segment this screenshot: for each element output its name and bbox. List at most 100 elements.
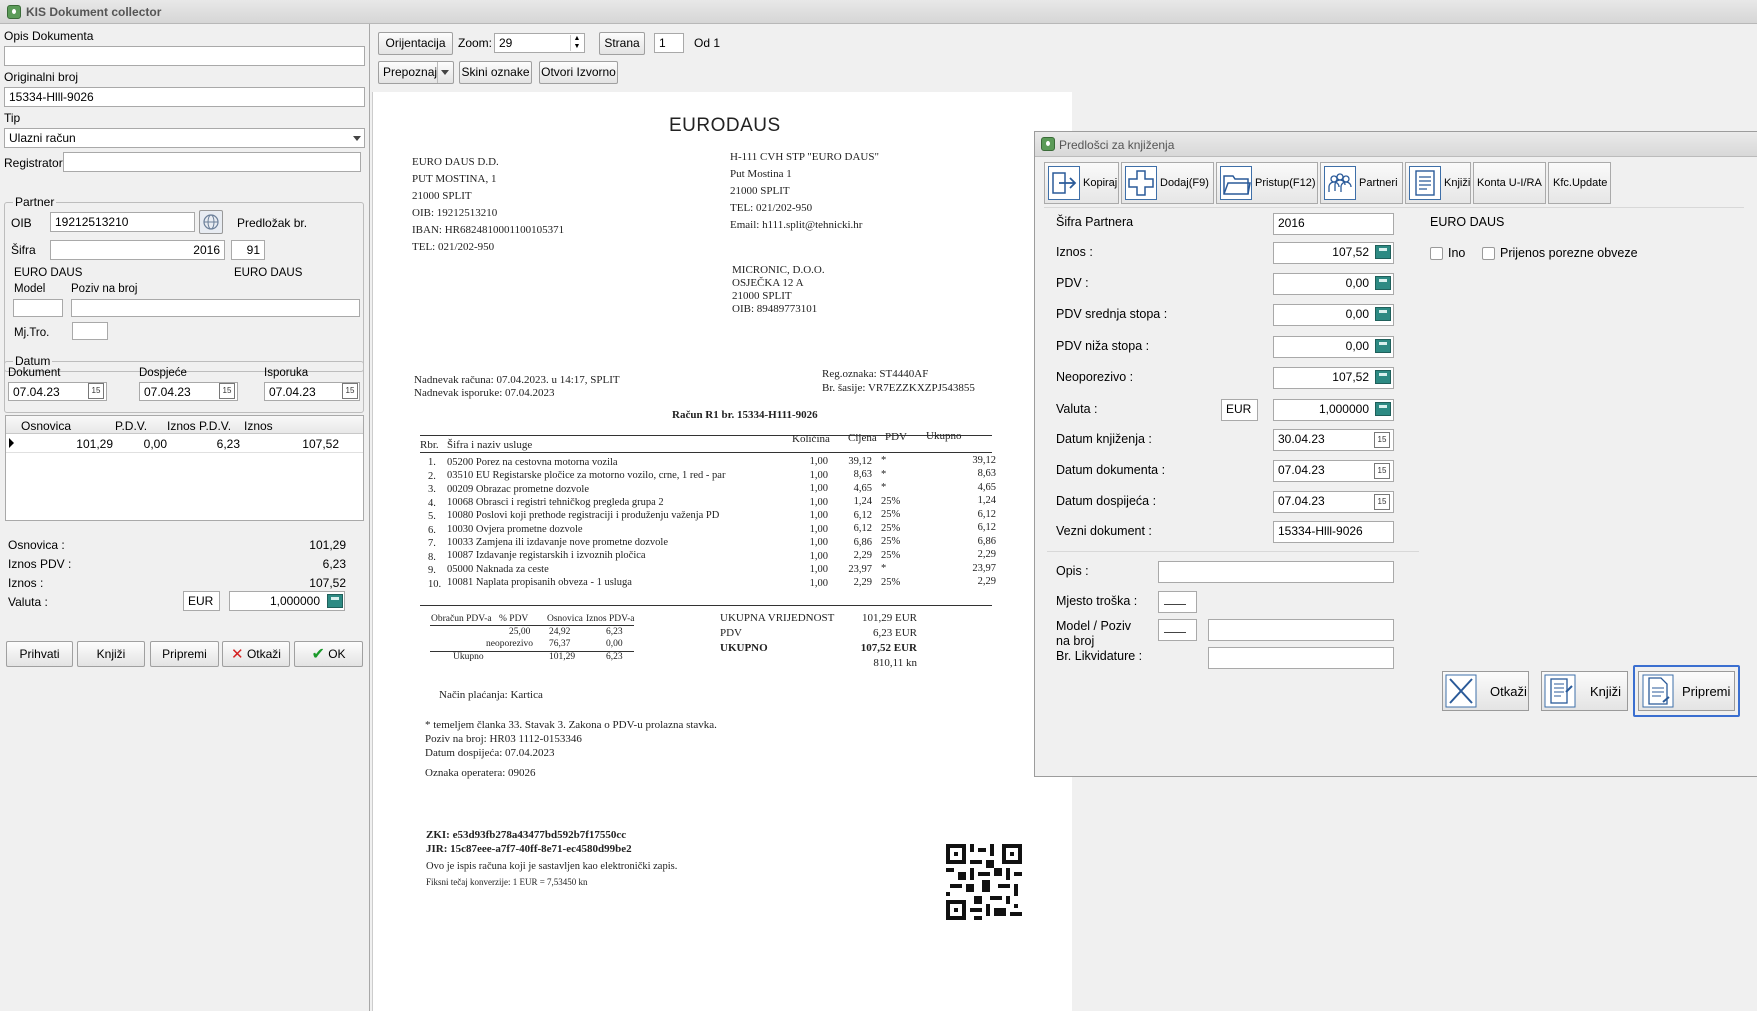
ok-button[interactable]: ✔ OK [294,641,363,667]
valuta-code-input[interactable]: EUR [1221,399,1258,421]
calendar-icon[interactable]: 15 [88,383,104,399]
orijentacija-button[interactable]: Orijentacija [378,32,453,55]
invoice-item-cell: 6,12 [853,509,872,521]
branch-line: Email: h111.split@tehnicki.hr [730,219,863,231]
registrator-input[interactable] [63,152,361,172]
opis-input[interactable] [4,46,365,66]
close-icon: ✕ [231,646,244,663]
otkazi-dialog-button[interactable]: Otkaži [1442,671,1529,711]
dospjece-label: Dospjeće [139,367,187,379]
likvidature-input[interactable] [1208,647,1394,669]
footer-note: Fiksni tečaj konverzije: 1 EUR = 7,53450… [426,877,588,887]
ledger-icon [1409,166,1441,200]
calculator-icon[interactable] [327,594,343,608]
valuta-code-input[interactable]: EUR [183,591,220,611]
pristup-label: Pristup(F12) [1255,177,1316,189]
osnovica-value: 101,29 [309,538,346,552]
partneri-button[interactable]: Partneri [1320,162,1403,204]
invoice-item-cell: 1,24 [853,496,872,507]
pdv-table-header: Iznos PDV-a [586,614,635,624]
iznos-label: Iznos : [8,576,44,590]
invoice-item-cell: 2,29 [977,576,996,587]
invoice-item-cell: 3. [428,484,436,495]
konta-button[interactable]: Konta U-I/RA [1473,162,1546,204]
oib-input[interactable]: 19212513210 [50,212,195,232]
invoice-item-cell: 7. [428,538,436,549]
model-input[interactable] [1158,619,1197,641]
prihvati-button[interactable]: Prihvati [6,641,73,667]
mjesto-troska-input[interactable] [1158,591,1197,613]
calendar-icon[interactable]: 15 [1374,432,1390,448]
totals-label: PDV [720,627,743,639]
vezni-dokument-input[interactable]: 15334-Hlll-9026 [1273,521,1394,543]
poziv-na-broj-input[interactable] [1208,619,1394,641]
invoice-item-cell: 25% [881,509,901,520]
otkazi-button[interactable]: ✕ Otkaži [222,641,290,667]
knjizi-dialog-button[interactable]: Knjiži [1541,671,1628,711]
calculator-icon[interactable] [1375,307,1391,321]
globe-icon[interactable] [199,210,223,234]
predlozak-label: Predložak br. [237,216,308,230]
page-input[interactable]: 1 [654,33,684,53]
tip-select[interactable]: Ulazni račun [4,128,365,148]
mjtro-input[interactable] [72,322,108,340]
dodaj-label: Dodaj(F9) [1160,177,1209,189]
kfc-update-button[interactable]: Kfc.Update [1548,162,1611,204]
skini-oznake-button[interactable]: Skini oznake [459,61,532,84]
sifra-partnera-input[interactable]: 2016 [1273,213,1394,235]
invoice-item-cell: 1,00 [809,577,828,589]
calendar-icon[interactable]: 15 [342,383,358,399]
dokument-date-value: 07.04.23 [13,385,60,399]
invoice-note: * temeljem članka 33. Stavak 3. Zakona o… [425,719,717,731]
dodaj-button[interactable]: Dodaj(F9) [1121,162,1214,204]
invoice-col-header: PDV [885,431,908,443]
calculator-icon[interactable] [1375,245,1391,259]
invoice-item-cell: 2. [428,470,436,482]
datum-dokumenta-label: Datum dokumenta : [1056,463,1166,477]
invoice-item-cell: 10033 Zamjena ili izdavanje nove prometn… [447,536,669,548]
invoice-page: EURODAUS EURO DAUS D.D. PUT MOSTINA, 1 2… [372,92,1072,1011]
iznospdv-value: 6,23 [322,557,346,571]
iznos-label: Iznos : [1056,245,1093,259]
chevron-down-icon[interactable] [353,136,361,141]
invoice-heading: Račun R1 br. 15334-H111-9026 [672,409,818,421]
pdv-cell: neoporezivo [486,639,533,649]
pdv-grid[interactable]: Osnovica P.D.V. Iznos P.D.V. Iznos 101,2… [5,415,364,521]
strana-button[interactable]: Strana [599,32,645,55]
sifra-input[interactable]: 2016 [50,240,225,260]
zoom-spinner[interactable]: 29 ▲ ▼ [494,33,585,53]
model-input[interactable] [13,299,63,317]
invoice-date-line: Nadnevak računa: 07.04.2023. u 14:17, SP… [414,374,620,386]
pripremi-button[interactable]: Pripremi [150,641,219,667]
knjizi-button[interactable]: Knjiži [77,641,145,667]
invoice-item-cell: 03510 EU Registarske pločice za motorno … [447,470,726,482]
poziv-input[interactable] [71,299,360,317]
prijenos-checkbox[interactable] [1482,247,1495,260]
calendar-icon[interactable]: 15 [1374,494,1390,510]
opis-input[interactable] [1158,561,1394,583]
grid-cell: 101,29 [76,437,113,451]
knjizi-toolbar-button[interactable]: Knjiži [1405,162,1471,204]
calculator-icon[interactable] [1375,339,1391,353]
orig-broj-input[interactable]: 15334-Hlll-9026 [4,87,365,107]
pristup-button[interactable]: Pristup(F12) [1216,162,1318,204]
invoice-item-cell: 1,00 [809,523,828,535]
spinner-arrows-icon[interactable]: ▲ ▼ [570,35,583,51]
valuta-label: Valuta : [1056,402,1098,416]
kopiraj-button[interactable]: Kopiraj [1044,162,1119,204]
ino-checkbox[interactable] [1430,247,1443,260]
calculator-icon[interactable] [1375,402,1391,416]
calculator-icon[interactable] [1375,370,1391,384]
app-icon [7,5,21,19]
table-row[interactable]: 101,29 0,00 6,23 107,52 [6,434,363,453]
calculator-icon[interactable] [1375,276,1391,290]
invoice-col-header: Cijena [848,432,877,444]
otvori-izvorno-button[interactable]: Otvori Izvorno [539,61,618,84]
invoice-item-cell: 1,00 [809,469,828,481]
prepoznaj-button[interactable]: Prepoznaj [378,61,454,84]
predlozak-input[interactable]: 91 [231,240,265,260]
calendar-icon[interactable]: 15 [219,383,235,399]
close-icon [1445,674,1477,708]
calendar-icon[interactable]: 15 [1374,463,1390,479]
dropdown-arrow-icon[interactable] [437,62,453,83]
